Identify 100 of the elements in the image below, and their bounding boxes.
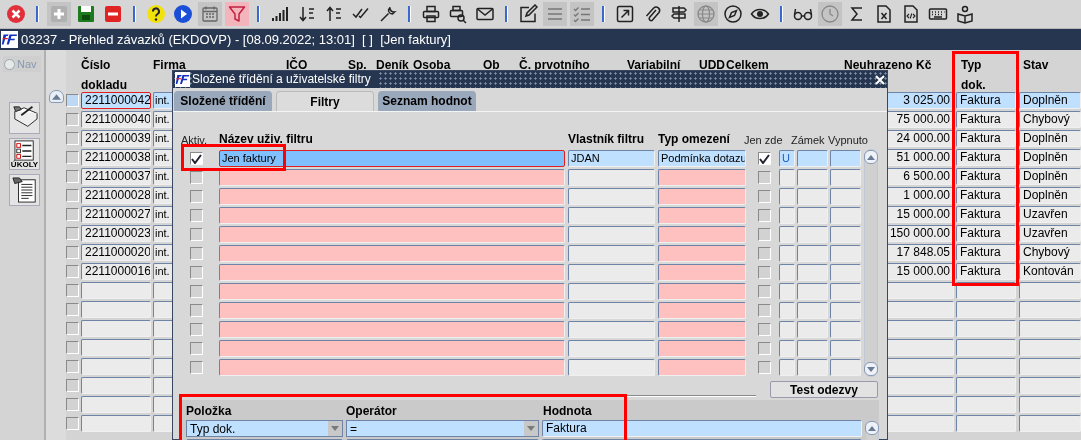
checkbox[interactable] <box>66 151 79 164</box>
checkbox[interactable] <box>66 113 79 126</box>
dropdown[interactable]: = <box>346 420 539 437</box>
input-field[interactable] <box>219 207 565 224</box>
compass-icon <box>723 4 743 24</box>
column-header[interactable]: Název uživ. filtru <box>219 132 568 146</box>
checkbox[interactable] <box>190 361 203 374</box>
input-field[interactable] <box>219 226 565 243</box>
checkbox[interactable] <box>66 303 79 316</box>
column-header[interactable]: Vlastník filtru <box>568 132 658 146</box>
input-field[interactable] <box>658 264 746 281</box>
input-field[interactable] <box>658 302 746 319</box>
checkbox[interactable] <box>190 304 203 317</box>
checkbox[interactable] <box>758 266 771 279</box>
checkbox[interactable] <box>66 227 79 240</box>
checkbox[interactable] <box>66 208 79 221</box>
checkbox[interactable] <box>66 94 79 107</box>
checkbox[interactable] <box>758 152 771 165</box>
input-field[interactable] <box>658 226 746 243</box>
add-icon <box>49 4 69 24</box>
column-header[interactable]: Typ dok. <box>961 55 1001 95</box>
input-field[interactable] <box>219 245 565 262</box>
checkbox[interactable] <box>758 171 771 184</box>
checkbox[interactable] <box>190 266 203 279</box>
toolbar-button[interactable] <box>721 2 745 26</box>
checkbox[interactable] <box>66 265 79 278</box>
checkbox[interactable] <box>190 152 203 165</box>
document-button[interactable] <box>9 174 40 206</box>
notes-button[interactable] <box>9 102 40 134</box>
scrollbar[interactable] <box>864 149 878 377</box>
checkbox[interactable] <box>758 304 771 317</box>
globe-icon <box>696 4 716 24</box>
checkbox[interactable] <box>758 323 771 336</box>
input-field[interactable] <box>658 245 746 262</box>
input-field[interactable] <box>219 264 565 281</box>
input-field[interactable] <box>658 207 746 224</box>
column-header[interactable]: Stav <box>1023 55 1073 95</box>
checkbox[interactable] <box>190 228 203 241</box>
tasks-button[interactable]: ÚKOLY <box>9 138 40 170</box>
tab[interactable]: Složené třídění <box>174 91 272 111</box>
column-header[interactable]: Jen zde <box>744 134 791 146</box>
checkbox[interactable] <box>66 132 79 145</box>
table-cell: Kontován <box>1019 263 1081 280</box>
delete-icon <box>103 4 123 24</box>
input-field[interactable] <box>658 340 746 357</box>
table-cell: Faktura <box>956 244 1016 261</box>
checkbox[interactable] <box>190 190 203 203</box>
checkbox[interactable] <box>66 322 79 335</box>
input-field[interactable] <box>219 302 565 319</box>
tab[interactable]: Filtry <box>276 91 374 111</box>
toolbar-button[interactable] <box>144 2 168 26</box>
checkbox[interactable] <box>66 246 79 259</box>
column-header[interactable]: Typ omezení <box>658 132 744 146</box>
toolbar-button[interactable] <box>171 2 195 26</box>
checkbox[interactable] <box>758 228 771 241</box>
input-field[interactable]: Jen faktury <box>219 150 565 167</box>
checkbox[interactable] <box>66 284 79 297</box>
checkbox[interactable] <box>190 171 203 184</box>
close-button[interactable] <box>873 72 887 87</box>
checkbox[interactable] <box>190 209 203 222</box>
checkbox[interactable] <box>190 247 203 260</box>
checkbox[interactable] <box>66 189 79 202</box>
input-field[interactable] <box>658 359 746 376</box>
input-field[interactable]: Faktura <box>542 420 862 437</box>
column-header[interactable]: Číslo dokladu <box>81 55 141 95</box>
checkbox[interactable] <box>66 398 79 411</box>
checkbox[interactable] <box>758 342 771 355</box>
column-header[interactable]: Hodnota <box>543 404 592 418</box>
tab[interactable]: Seznam hodnot <box>378 91 476 111</box>
checkbox[interactable] <box>758 285 771 298</box>
checkbox[interactable] <box>758 190 771 203</box>
checkbox[interactable] <box>758 209 771 222</box>
column-header[interactable]: Operátor <box>346 404 543 418</box>
input-field[interactable] <box>219 359 565 376</box>
table-cell: Doplněn <box>1019 130 1081 147</box>
checkbox[interactable] <box>190 323 203 336</box>
dropdown[interactable]: Typ dok. <box>186 420 343 437</box>
input-field[interactable] <box>658 321 746 338</box>
test-button[interactable]: Test odezvy <box>770 381 878 398</box>
checkbox[interactable] <box>66 341 79 354</box>
input-field[interactable] <box>658 283 746 300</box>
input-field[interactable] <box>658 188 746 205</box>
input-field[interactable] <box>219 283 565 300</box>
checkbox[interactable] <box>758 361 771 374</box>
checkbox[interactable] <box>190 285 203 298</box>
input-field[interactable] <box>219 169 565 186</box>
up-arrow-icon <box>867 154 875 160</box>
column-header[interactable]: Položka <box>186 404 346 418</box>
input-field[interactable] <box>658 169 746 186</box>
input-field[interactable] <box>219 188 565 205</box>
checkbox[interactable] <box>66 360 79 373</box>
checkbox[interactable] <box>66 379 79 392</box>
checkbox[interactable] <box>66 417 79 430</box>
input-field[interactable] <box>219 321 565 338</box>
scroll-up-button[interactable] <box>48 90 64 103</box>
input-field[interactable] <box>219 340 565 357</box>
column-header[interactable]: Zámek <box>791 134 828 146</box>
checkbox[interactable] <box>66 170 79 183</box>
checkbox[interactable] <box>758 247 771 260</box>
checkbox[interactable] <box>190 342 203 355</box>
